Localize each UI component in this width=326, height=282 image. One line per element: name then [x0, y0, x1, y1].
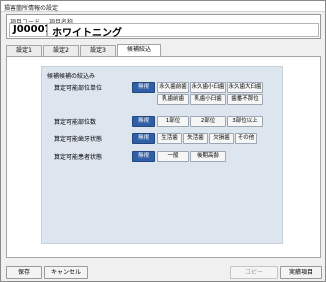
tab-candidate-filter[interactable]: 候補絞込 [117, 44, 161, 56]
patient-state-ignore-button[interactable]: 無視 [132, 151, 155, 162]
item-name-value: ホワイトニング [52, 28, 122, 39]
site-count-2-button[interactable]: 2部位 [190, 116, 226, 127]
site-unit-unknown-button[interactable]: 歯番不那位 [227, 94, 263, 105]
site-unit-permanent-molar-button[interactable]: 永久歯大臼歯 [227, 82, 263, 93]
site-count-ignore-button[interactable]: 無視 [132, 116, 155, 127]
row-label-patient-state: 算定可能患者状態 [54, 154, 103, 161]
item-header: 項目コード 項目名称 J00007 ホワイトニング [6, 14, 321, 39]
copy-button[interactable]: コピー [230, 266, 278, 279]
tooth-state-missing-button[interactable]: 欠損歯 [209, 133, 234, 144]
filter-group: 候補候補の絞込み 算定可能部位単位 無視 永久歯前歯 永久歯小臼歯 永久歯大臼歯… [41, 66, 283, 244]
site-unit-primary-premolar-button[interactable]: 乳歯小臼歯 [190, 94, 226, 105]
cancel-button[interactable]: キャンセル [44, 266, 88, 279]
tab-settings-1[interactable]: 設定1 [6, 45, 42, 56]
save-button[interactable]: 保存 [6, 266, 42, 279]
row-label-tooth-state: 算定可能歯牙状態 [54, 136, 103, 143]
existing-items-button[interactable]: 実績項目 [280, 266, 322, 279]
patient-state-general-button[interactable]: 一般 [157, 151, 189, 162]
site-count-3plus-button[interactable]: 3部位以上 [227, 116, 263, 127]
window-title: 損害箇所情報の設定 [4, 5, 59, 12]
tooth-state-nonvital-button[interactable]: 失活歯 [183, 133, 208, 144]
item-name-field: ホワイトニング [47, 23, 319, 39]
site-unit-permanent-premolar-button[interactable]: 永久歯小臼歯 [190, 82, 226, 93]
site-unit-permanent-anterior-button[interactable]: 永久歯前歯 [157, 82, 189, 93]
site-unit-primary-anterior-button[interactable]: 乳歯前歯 [157, 94, 189, 105]
tooth-state-other-button[interactable]: その他 [235, 133, 257, 144]
site-count-1-button[interactable]: 1部位 [157, 116, 189, 127]
filter-group-title: 候補候補の絞込み [47, 73, 96, 80]
patient-state-elderly-button[interactable]: 後期高齢 [190, 151, 226, 162]
item-code-value: J00007 [13, 24, 52, 35]
dialog-window: 損害箇所情報の設定 項目コード 項目名称 J00007 ホワイトニング 設定1 … [0, 0, 326, 282]
tab-settings-2[interactable]: 設定2 [43, 45, 79, 56]
row-label-site-unit: 算定可能部位単位 [54, 85, 103, 92]
tooth-state-vital-button[interactable]: 生活歯 [157, 133, 182, 144]
tooth-state-ignore-button[interactable]: 無視 [132, 133, 155, 144]
title-bar: 損害箇所情報の設定 [1, 1, 325, 12]
tab-settings-3[interactable]: 設定3 [80, 45, 116, 56]
tab-panel: 候補候補の絞込み 算定可能部位単位 無視 永久歯前歯 永久歯小臼歯 永久歯大臼歯… [6, 56, 321, 258]
row-label-site-count: 算定可能部位数 [54, 119, 97, 126]
item-code-field: J00007 [9, 23, 52, 37]
site-unit-ignore-button[interactable]: 無視 [132, 82, 155, 93]
